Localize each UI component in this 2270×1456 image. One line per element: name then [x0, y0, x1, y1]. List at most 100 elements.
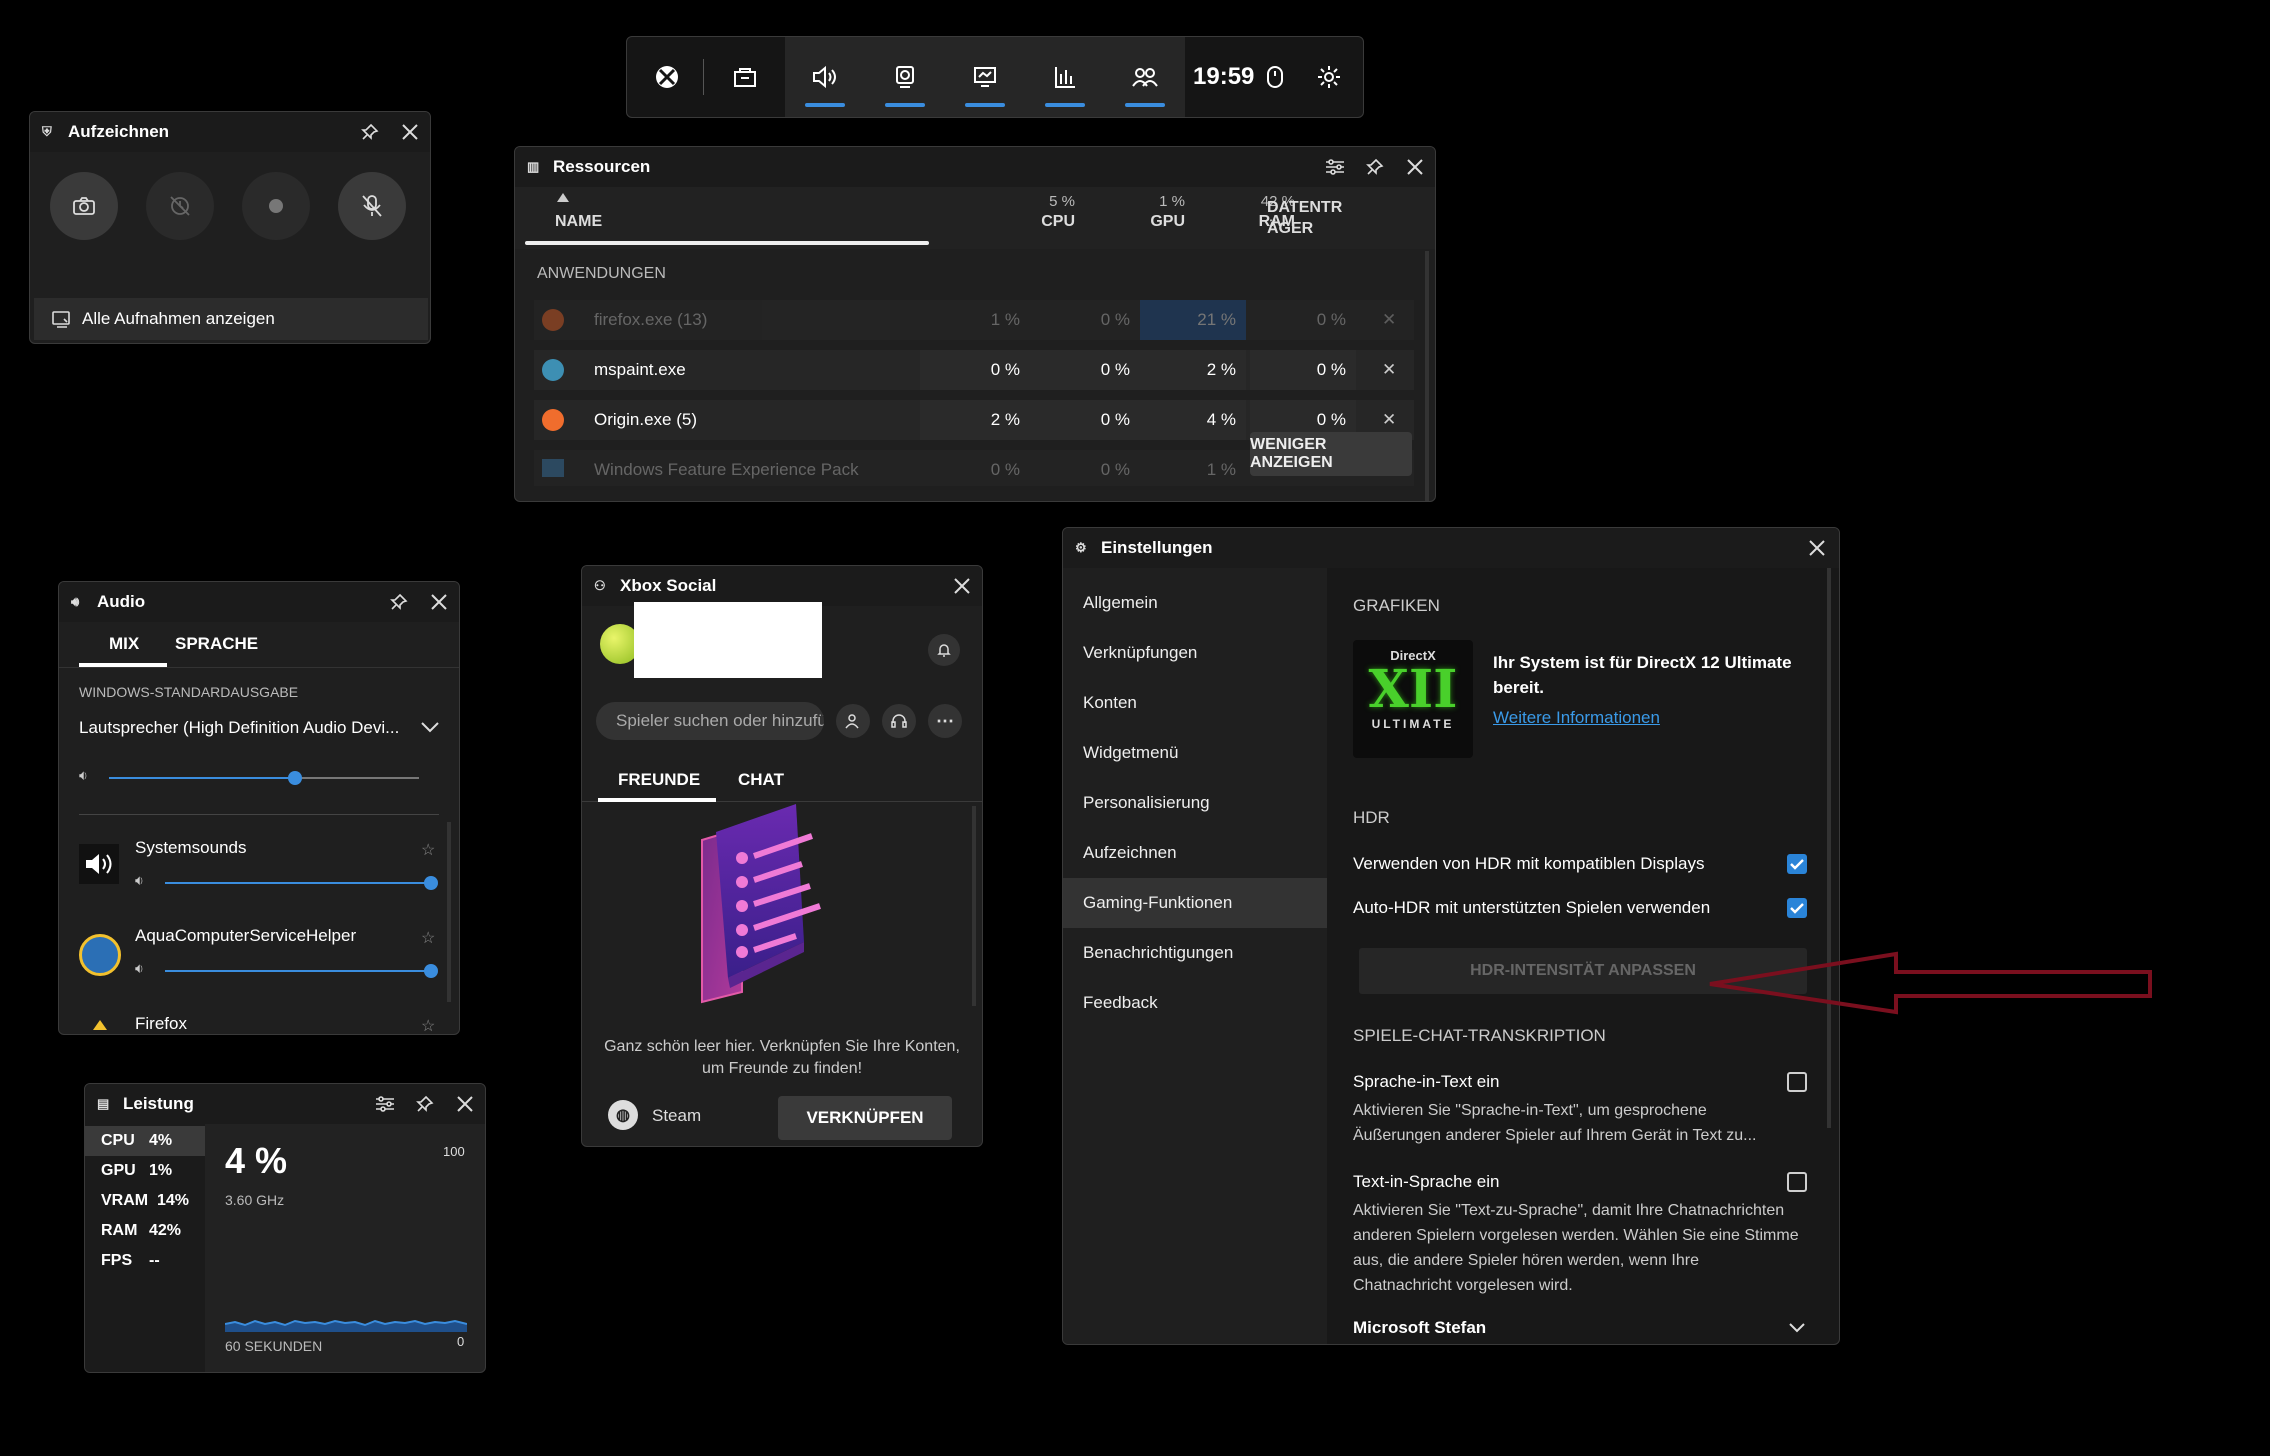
gear-icon[interactable] [1299, 37, 1359, 117]
add-friend-button[interactable] [836, 704, 870, 738]
app-volume-thumb[interactable] [424, 876, 438, 890]
gpu-value: 0 % [1030, 400, 1140, 440]
empty-friends-text: Ganz schön leer hier. Verknüpfen Sie Ihr… [604, 1038, 960, 1077]
chevron-down-icon[interactable] [419, 716, 441, 738]
tab-freunde[interactable]: FREUNDE [618, 770, 700, 790]
party-button[interactable] [882, 704, 916, 738]
speech-to-text-checkbox[interactable] [1787, 1072, 1807, 1092]
widget-store-icon[interactable] [705, 37, 785, 117]
column-cpu[interactable]: CPU [955, 213, 1085, 231]
stat-label[interactable]: RAM [101, 1222, 137, 1240]
more-info-link[interactable]: Weitere Informationen [1493, 708, 1660, 728]
table-row[interactable]: mspaint.exe 0 % 0 % 2 % 0 % ✕ [534, 350, 1414, 390]
tab-sprache[interactable]: SPRACHE [175, 634, 258, 654]
hdr-checkbox[interactable] [1787, 854, 1807, 874]
capture-icon[interactable] [865, 37, 945, 117]
close-icon[interactable] [1803, 534, 1831, 562]
capture-widget: ⛨ Aufzeichnen Alle Aufnahmen anzeigen [29, 111, 431, 344]
master-volume-fill [109, 777, 295, 779]
auto-hdr-checkbox[interactable] [1787, 898, 1807, 918]
scrollbar[interactable] [1425, 251, 1429, 501]
nav-gaming-funktionen[interactable]: Gaming-Funktionen [1063, 878, 1327, 928]
close-icon[interactable] [948, 572, 976, 600]
stat-label[interactable]: FPS [101, 1252, 132, 1270]
close-icon[interactable] [425, 588, 453, 616]
voice-select[interactable]: Microsoft Stefan [1353, 1318, 1486, 1338]
directx-logo: DirectX XII ULTIMATE [1353, 640, 1473, 758]
column-name[interactable]: NAME [555, 213, 602, 231]
filter-icon[interactable] [1321, 153, 1349, 181]
pin-icon[interactable] [411, 1090, 439, 1118]
cpu-frequency: 3.60 GHz [225, 1192, 285, 1208]
nav-allgemein[interactable]: Allgemein [1063, 578, 1327, 628]
chevron-down-icon[interactable] [1787, 1318, 1807, 1338]
audio-icon[interactable] [785, 37, 865, 117]
resources-title-bar: ▥ Ressourcen [515, 147, 1435, 187]
filter-icon[interactable] [371, 1090, 399, 1118]
graph-min: 0 [457, 1334, 465, 1349]
tab-chat[interactable]: CHAT [738, 770, 784, 790]
column-gpu[interactable]: GPU [1085, 213, 1195, 231]
speech-to-text-label: Sprache-in-Text ein [1353, 1072, 1500, 1091]
history-off-icon [170, 196, 190, 216]
stat-label[interactable]: CPU [101, 1132, 135, 1150]
app-volume-slider[interactable] [165, 876, 438, 890]
nav-benachrichtigungen[interactable]: Benachrichtigungen [1063, 928, 1327, 978]
mic-toggle-button[interactable] [338, 172, 406, 240]
pin-icon[interactable] [385, 588, 413, 616]
nav-widgetmenue[interactable]: Widgetmenü [1063, 728, 1327, 778]
ram-value: 4 % [1140, 400, 1246, 440]
nav-personalisierung[interactable]: Personalisierung [1063, 778, 1327, 828]
social-icon[interactable] [1105, 37, 1185, 117]
stat-label[interactable]: VRAM [101, 1192, 148, 1210]
ram-value: 21 % [1140, 300, 1246, 340]
screenshot-button[interactable] [50, 172, 118, 240]
performance-widget-icon: ▤ [97, 1096, 110, 1111]
notification-button[interactable] [928, 634, 960, 666]
close-icon[interactable] [396, 118, 424, 146]
record-last-button[interactable] [146, 172, 214, 240]
close-icon[interactable]: ✕ [1382, 360, 1396, 380]
output-device-select[interactable]: Lautsprecher (High Definition Audio Devi… [79, 718, 409, 738]
nav-aufzeichnen[interactable]: Aufzeichnen [1063, 828, 1327, 878]
column-disk[interactable]: DATENTR ÄGER [1267, 197, 1357, 239]
cpu-value: 0 % [920, 350, 1030, 390]
systemsounds-app-icon [79, 844, 119, 884]
grafiken-header: GRAFIKEN [1353, 596, 1440, 615]
scrollbar[interactable] [1827, 568, 1831, 1128]
master-volume-thumb[interactable] [288, 771, 302, 785]
pin-icon[interactable] [1361, 153, 1389, 181]
app-volume-slider[interactable] [165, 964, 438, 978]
show-all-captures-link[interactable]: Alle Aufnahmen anzeigen [34, 298, 428, 340]
master-volume-slider[interactable] [109, 771, 419, 785]
pin-icon[interactable] [356, 118, 384, 146]
close-icon[interactable]: ✕ [1382, 410, 1396, 430]
scrollbar[interactable] [972, 806, 976, 1006]
close-icon[interactable]: ✕ [1382, 310, 1396, 330]
close-icon[interactable] [451, 1090, 479, 1118]
more-options-icon[interactable]: ⋯ [928, 704, 962, 738]
performance-icon[interactable] [1025, 37, 1105, 117]
nav-konten[interactable]: Konten [1063, 678, 1327, 728]
link-account-button[interactable]: VERKNÜPFEN [778, 1096, 952, 1140]
close-icon[interactable] [1401, 153, 1429, 181]
xbox-icon[interactable] [627, 37, 707, 117]
stat-label[interactable]: GPU [101, 1162, 136, 1180]
record-button[interactable] [242, 172, 310, 240]
star-icon[interactable]: ☆ [421, 928, 435, 948]
app-volume-thumb[interactable] [424, 964, 438, 978]
nav-feedback[interactable]: Feedback [1063, 978, 1327, 1028]
text-to-speech-checkbox[interactable] [1787, 1172, 1807, 1192]
mouse-icon[interactable] [1245, 37, 1305, 117]
display-icon[interactable] [945, 37, 1025, 117]
star-icon[interactable]: ☆ [421, 840, 435, 860]
process-name: Windows Feature Experience Pack [594, 460, 859, 479]
show-less-button[interactable]: WENIGER ANZEIGEN [1250, 432, 1412, 476]
player-search-input[interactable]: Spieler suchen oder hinzufügen [596, 702, 824, 740]
scrollbar[interactable] [447, 822, 451, 1002]
table-row[interactable]: firefox.exe (13) 1 % 0 % 21 % 0 % ✕ [534, 300, 1414, 340]
nav-verknuepfungen[interactable]: Verknüpfungen [1063, 628, 1327, 678]
stat-value: -- [149, 1252, 160, 1269]
tab-mix[interactable]: MIX [109, 634, 139, 654]
star-icon[interactable]: ☆ [421, 1016, 435, 1034]
